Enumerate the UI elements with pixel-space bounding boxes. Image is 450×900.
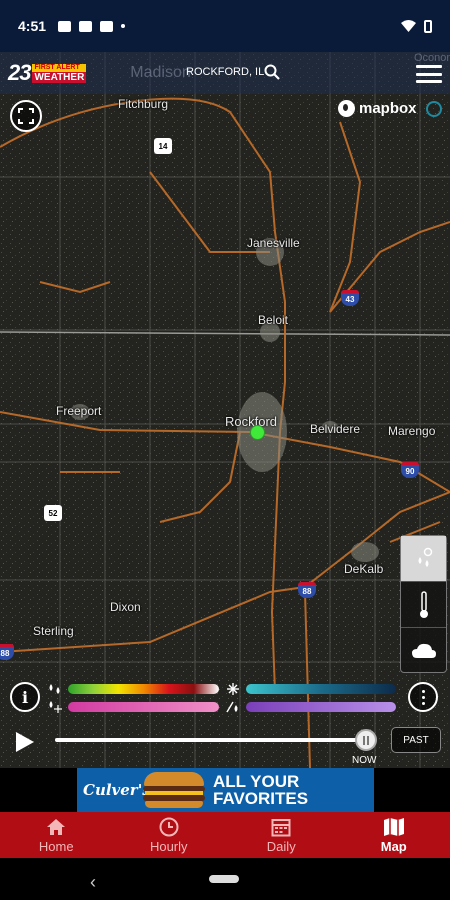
rain-drops-icon [46, 683, 64, 695]
route-shield-52: 52 [44, 505, 62, 521]
nav-home-label: Home [38, 838, 74, 854]
status-time: 4:51 [18, 18, 47, 34]
back-chevron-icon[interactable]: ‹ [90, 872, 96, 893]
more-options-button[interactable] [408, 682, 438, 712]
app-header: 23 FIRST ALERT WEATHER Madison ROCKFORD,… [0, 52, 450, 94]
map-icon [383, 817, 404, 836]
city-label-janesville: Janesville [247, 236, 300, 250]
layer-temperature-button[interactable] [401, 582, 446, 628]
city-label-marengo: Marengo [388, 424, 436, 438]
system-navigation-bar: ‹ [0, 858, 450, 900]
layer-clouds-button[interactable] [401, 628, 446, 674]
hamburger-menu-icon[interactable] [416, 65, 442, 83]
mapbox-icon [338, 100, 355, 117]
nav-daily[interactable]: Daily [225, 812, 338, 858]
mapbox-logo[interactable]: mapbox [338, 100, 417, 117]
interstate-shield-43: 43 [341, 290, 359, 306]
radar-map[interactable]: Fitchburg Janesville Beloit Freeport Roc… [0, 52, 450, 768]
ice-icon [224, 701, 242, 713]
city-label-dekalb: DeKalb [344, 562, 384, 576]
legend-rain [46, 683, 219, 695]
clock-icon [159, 817, 179, 836]
past-button[interactable]: PAST [391, 727, 441, 753]
legend-info-button[interactable]: i [10, 682, 40, 712]
ad-line-2: FAVORITES [213, 789, 309, 808]
mail-notification-icon [100, 20, 114, 32]
cloud-icon [411, 643, 436, 658]
bottom-nav: Home Hourly Daily Map [0, 812, 450, 858]
ad-tagline: ALL YOUR FAVORITES [213, 773, 308, 807]
snow-color-scale [246, 684, 396, 694]
city-label-freeport: Freeport [56, 404, 102, 418]
legend-ice [224, 701, 396, 713]
interstate-shield-90: 90 [401, 462, 419, 478]
image-notification-icon [58, 20, 72, 32]
snowflake-icon [224, 683, 242, 695]
location-label[interactable]: ROCKFORD, IL [186, 66, 264, 78]
now-label: NOW [352, 755, 377, 766]
city-label-beloit: Beloit [258, 313, 289, 327]
city-label-sterling: Sterling [33, 624, 74, 638]
station-logo[interactable]: 23 FIRST ALERT WEATHER [8, 60, 87, 86]
ad-banner-container: Culver's ALL YOUR FAVORITES [0, 768, 450, 812]
timeline-slider-thumb[interactable] [355, 729, 377, 751]
nav-map-label: Map [380, 838, 407, 854]
layer-precipitation-button[interactable] [401, 536, 446, 582]
mix-icon [46, 701, 64, 713]
calendar-icon [271, 818, 291, 836]
expand-icon [18, 108, 34, 124]
play-button[interactable] [16, 732, 34, 752]
mapbox-attribution: mapbox [359, 100, 417, 117]
home-icon [47, 818, 66, 835]
legend-mix [46, 701, 219, 713]
search-icon[interactable] [264, 64, 280, 80]
burger-image [141, 770, 207, 810]
nav-map[interactable]: Map [338, 812, 450, 858]
wifi-icon [401, 20, 416, 32]
home-gesture-pill[interactable] [209, 875, 239, 883]
current-location-dot [250, 425, 265, 440]
ad-banner[interactable]: Culver's ALL YOUR FAVORITES [77, 768, 374, 812]
nav-hourly[interactable]: Hourly [113, 812, 226, 858]
route-shield-14: 14 [154, 138, 172, 154]
battery-icon [424, 19, 432, 33]
layer-panel [400, 535, 447, 673]
status-bar: 4:51 [0, 0, 450, 52]
rain-color-scale [68, 684, 219, 694]
city-label-belvidere: Belvidere [310, 422, 361, 436]
map-label-madison: Madison [130, 64, 191, 81]
interstate-shield-88-east: 88 [298, 582, 316, 598]
nav-home[interactable]: Home [0, 812, 113, 858]
legend-snow [224, 683, 396, 695]
mix-color-scale [68, 702, 219, 712]
logo-word: WEATHER [32, 71, 87, 83]
thermometer-icon [419, 590, 428, 618]
nav-hourly-label: Hourly [149, 838, 188, 854]
ad-brand: Culver's [83, 781, 151, 799]
attribution-info-icon[interactable] [426, 101, 442, 117]
ice-color-scale [246, 702, 396, 712]
map-label-oconomowoc: Oconomowoc [414, 52, 450, 64]
logo-tag: FIRST ALERT [32, 63, 87, 72]
logo-number: 23 [8, 60, 32, 85]
nav-daily-label: Daily [266, 838, 296, 854]
fullscreen-button[interactable] [10, 100, 42, 132]
more-notifications-icon [121, 24, 126, 28]
city-label-fitchburg: Fitchburg [118, 97, 169, 111]
city-label-dixon: Dixon [110, 600, 141, 614]
timeline-slider-track[interactable] [55, 738, 365, 742]
app-notification-icon [79, 20, 93, 32]
ad-line-1: ALL YOUR [213, 772, 300, 791]
precipitation-icon [418, 547, 432, 567]
